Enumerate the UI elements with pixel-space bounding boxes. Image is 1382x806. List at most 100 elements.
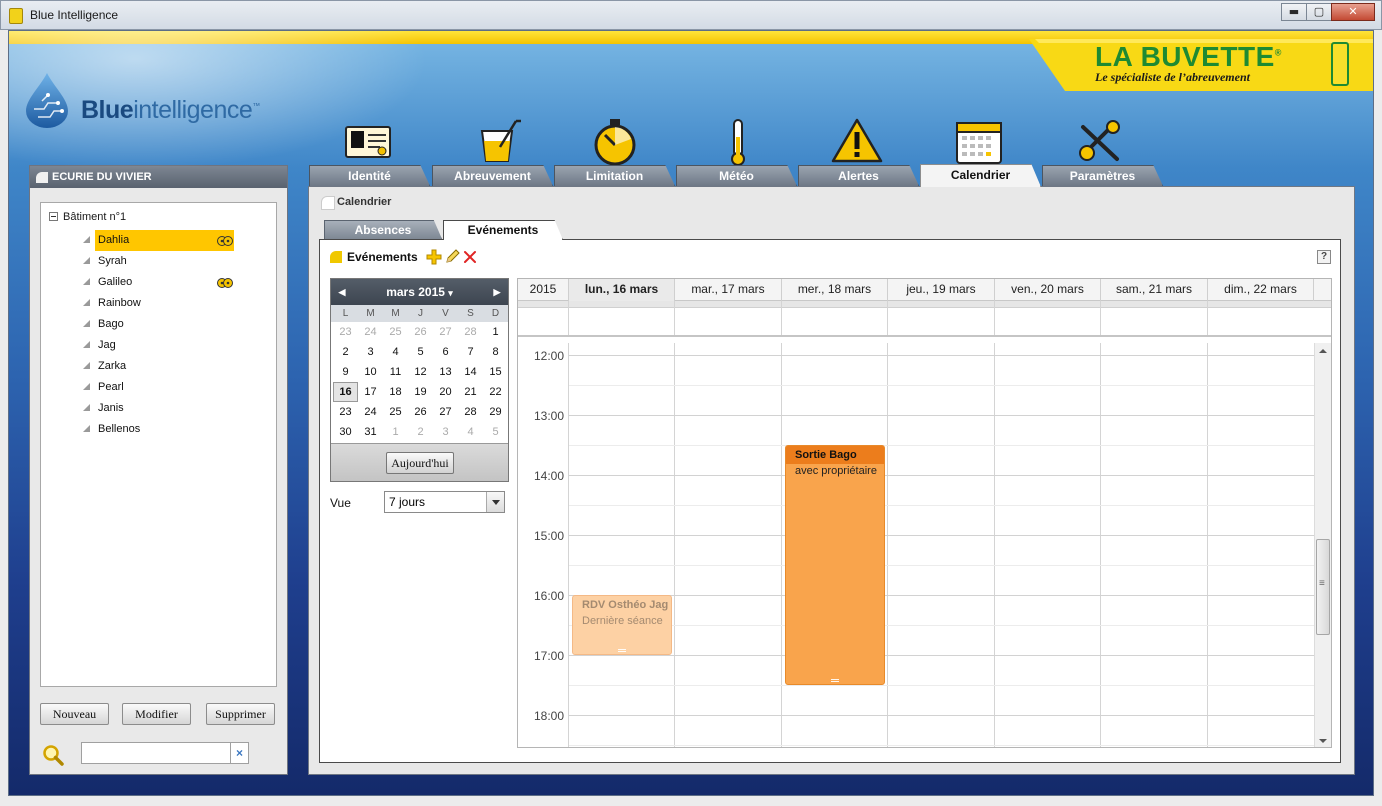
calendar-event[interactable]: RDV Osthéo Jag Dernière séance <box>572 595 672 655</box>
search-icon[interactable] <box>42 744 64 766</box>
calendar-day[interactable]: 26 <box>408 322 433 342</box>
calendar-day[interactable]: 3 <box>358 342 383 362</box>
tab-meteo[interactable]: Météo <box>676 165 797 186</box>
scroll-up-icon[interactable] <box>1319 349 1327 353</box>
calendar-day[interactable]: 5 <box>483 422 508 442</box>
scroll-down-icon[interactable] <box>1319 739 1327 743</box>
day-column-header[interactable]: jeu., 19 mars <box>888 279 995 301</box>
new-button[interactable]: Nouveau <box>40 703 109 725</box>
add-icon[interactable] <box>426 249 442 265</box>
horse-list-item[interactable]: Syrah <box>83 251 273 272</box>
calendar-day[interactable]: 17 <box>358 382 383 402</box>
tools-icon[interactable] <box>1073 117 1125 167</box>
calendar-day[interactable]: 4 <box>458 422 483 442</box>
day-column-header[interactable]: mer., 18 mars <box>782 279 888 301</box>
calendar-day[interactable]: 31 <box>358 422 383 442</box>
calendar-day[interactable]: 19 <box>408 382 433 402</box>
minimize-button[interactable]: ▬ <box>1281 3 1307 21</box>
calendar-day[interactable]: 12 <box>408 362 433 382</box>
calendar-day[interactable]: 27 <box>433 402 458 422</box>
resize-grip-icon[interactable] <box>618 649 626 652</box>
horse-list-item[interactable]: Zarka <box>83 356 273 377</box>
drink-glass-icon[interactable] <box>472 117 524 167</box>
chevron-down-icon[interactable]: ▾ <box>448 288 453 298</box>
calendar-day[interactable]: 6 <box>433 342 458 362</box>
calendar-day[interactable]: 24 <box>358 322 383 342</box>
edit-button[interactable]: Modifier <box>122 703 191 725</box>
calendar-day[interactable]: 16 <box>333 382 358 402</box>
tab-evenements[interactable]: Evénements <box>443 220 563 240</box>
calendar-day[interactable]: 10 <box>358 362 383 382</box>
calendar-day[interactable]: 8 <box>483 342 508 362</box>
calendar-day[interactable]: 2 <box>333 342 358 362</box>
tab-calendrier[interactable]: Calendrier <box>920 164 1041 187</box>
thermometer-icon[interactable] <box>712 117 764 167</box>
calendar-icon[interactable] <box>953 117 1005 167</box>
delete-button[interactable]: Supprimer <box>206 703 275 725</box>
id-card-icon[interactable] <box>342 117 394 167</box>
calendar-day[interactable]: 2 <box>408 422 433 442</box>
calendar-day[interactable]: 28 <box>458 322 483 342</box>
today-button[interactable]: Aujourd'hui <box>386 452 454 474</box>
maximize-button[interactable]: ▢ <box>1306 3 1332 21</box>
calendar-day[interactable]: 7 <box>458 342 483 362</box>
calendar-day[interactable]: 11 <box>383 362 408 382</box>
calendar-day[interactable]: 1 <box>383 422 408 442</box>
calendar-day[interactable]: 25 <box>383 322 408 342</box>
calendar-day[interactable]: 3 <box>433 422 458 442</box>
tab-abreuvement[interactable]: Abreuvement <box>432 165 553 186</box>
horse-list-item[interactable]: Bago <box>83 314 273 335</box>
view-select[interactable]: 7 jours <box>384 491 505 513</box>
calendar-day[interactable]: 25 <box>383 402 408 422</box>
day-column-header[interactable]: mar., 17 mars <box>675 279 782 301</box>
calendar-day[interactable]: 1 <box>483 322 508 342</box>
day-column-header[interactable]: ven., 20 mars <box>995 279 1101 301</box>
tab-alertes[interactable]: Alertes <box>798 165 919 186</box>
horse-list-item[interactable]: Dahlia <box>83 230 273 251</box>
edit-pencil-icon[interactable] <box>444 249 460 265</box>
all-day-row[interactable] <box>518 301 1331 337</box>
chevron-down-icon[interactable] <box>486 492 504 512</box>
day-column-header[interactable]: dim., 22 mars <box>1208 279 1314 301</box>
horse-list-item[interactable]: Bellenos <box>83 419 273 440</box>
day-column-header[interactable]: lun., 16 mars <box>569 279 675 301</box>
calendar-day[interactable]: 4 <box>383 342 408 362</box>
collapse-icon[interactable] <box>49 212 58 221</box>
warning-icon[interactable] <box>831 117 883 167</box>
stopwatch-icon[interactable] <box>589 117 641 167</box>
tab-limitation[interactable]: Limitation <box>554 165 675 186</box>
resize-grip-icon[interactable] <box>831 679 839 682</box>
day-column-header[interactable]: sam., 21 mars <box>1101 279 1208 301</box>
close-button[interactable]: ✕ <box>1331 3 1375 21</box>
delete-x-icon[interactable] <box>462 249 478 265</box>
calendar-day[interactable]: 23 <box>333 402 358 422</box>
tab-parametres[interactable]: Paramètres <box>1042 165 1163 186</box>
scroll-thumb[interactable] <box>1316 539 1330 635</box>
month-label[interactable]: mars 2015 ▾ <box>386 285 453 299</box>
horse-list-item[interactable]: Rainbow <box>83 293 273 314</box>
help-button[interactable]: ? <box>1317 250 1331 264</box>
calendar-day[interactable]: 22 <box>483 382 508 402</box>
search-input[interactable] <box>81 742 231 764</box>
time-grid[interactable]: 12:00 13:00 14:00 15:00 16:00 17:00 18:00 RDV O… <box>518 343 1314 747</box>
calendar-day[interactable]: 5 <box>408 342 433 362</box>
calendar-event[interactable]: Sortie Bago avec propriétaire <box>785 445 885 685</box>
next-month-button[interactable]: ▶ <box>488 279 506 305</box>
horse-list-item[interactable]: Pearl <box>83 377 273 398</box>
calendar-day[interactable]: 14 <box>458 362 483 382</box>
calendar-day[interactable]: 18 <box>383 382 408 402</box>
prev-month-button[interactable]: ◀ <box>333 279 351 305</box>
tab-identite[interactable]: Identité <box>309 165 430 186</box>
calendar-day[interactable]: 26 <box>408 402 433 422</box>
calendar-day[interactable]: 20 <box>433 382 458 402</box>
tree-root-building[interactable]: Bâtiment n°1 <box>49 211 126 223</box>
tab-absences[interactable]: Absences <box>324 220 442 239</box>
clear-search-button[interactable]: × <box>231 742 249 764</box>
calendar-day[interactable]: 9 <box>333 362 358 382</box>
calendar-day[interactable]: 30 <box>333 422 358 442</box>
horse-list-item[interactable]: Janis <box>83 398 273 419</box>
calendar-day[interactable]: 15 <box>483 362 508 382</box>
horse-list-item[interactable]: Jag <box>83 335 273 356</box>
calendar-day[interactable]: 28 <box>458 402 483 422</box>
vertical-scrollbar[interactable] <box>1314 343 1331 747</box>
